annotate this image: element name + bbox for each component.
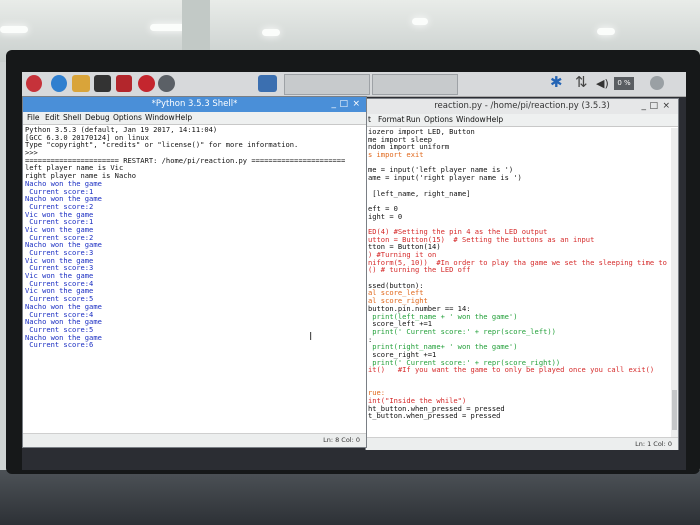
code-line: Type "copyright", "credits" or "license(…: [25, 140, 299, 150]
monitor-screen: ✱ ⇅ ◀) 0 % reaction.py - /home/pi/reacti…: [22, 72, 686, 470]
editor-window: reaction.py - /home/pi/reaction.py (3.5.…: [365, 98, 679, 452]
editor-titlebar[interactable]: reaction.py - /home/pi/reaction.py (3.5.…: [366, 99, 678, 114]
taskbar-window-button-editor[interactable]: [372, 74, 458, 95]
ceiling-light: [0, 26, 28, 33]
shell-text-area[interactable]: Python 3.5.3 (default, Jan 19 2017, 14:1…: [25, 126, 358, 433]
file-manager-icon[interactable]: [72, 75, 90, 92]
code-line: ight = 0: [368, 211, 403, 221]
menu-edit[interactable]: t: [368, 114, 371, 126]
power-icon[interactable]: [650, 76, 664, 90]
shell-menubar: File Edit Shell Debug Options Window Hel…: [23, 112, 366, 125]
editor-text-area[interactable]: iozero import LED, Button me import sleep…: [368, 128, 670, 437]
close-button[interactable]: ×: [352, 97, 360, 112]
shell-statusbar: Ln: 8 Col: 0: [23, 433, 366, 447]
shell-title: *Python 3.5.3 Shell*: [151, 99, 238, 109]
code-line: () # turning the LED off: [368, 265, 471, 275]
mathematica-icon[interactable]: [116, 75, 132, 92]
menu-window[interactable]: Window: [456, 114, 486, 126]
desk-edge: [0, 470, 700, 525]
ceiling-light: [597, 28, 615, 35]
code-line: s import exit: [368, 150, 424, 160]
menu-help[interactable]: Help: [486, 114, 503, 126]
menu-run[interactable]: Run: [406, 114, 420, 126]
menu-file[interactable]: File: [27, 112, 40, 124]
menu-help[interactable]: Help: [175, 112, 192, 124]
editor-title: reaction.py - /home/pi/reaction.py (3.5.…: [434, 101, 610, 111]
menu-shell[interactable]: Shell: [63, 112, 81, 124]
volume-icon[interactable]: ◀): [596, 77, 609, 90]
network-icon[interactable]: ⇅: [575, 73, 588, 91]
code-line: [left_name, right_name]: [368, 188, 471, 198]
menu-debug[interactable]: Debug: [85, 112, 110, 124]
code-line: it() #If you want the game to only be pl…: [368, 365, 655, 375]
maximize-button[interactable]: □: [339, 97, 348, 112]
python-idle-icon[interactable]: [258, 75, 277, 92]
close-button[interactable]: ×: [662, 99, 670, 114]
code-line: t_button.when_pressed = pressed: [368, 411, 501, 421]
taskbar-window-button-shell[interactable]: [284, 74, 370, 95]
menu-format[interactable]: Format: [378, 114, 404, 126]
minimize-button[interactable]: _: [642, 99, 647, 114]
minimize-button[interactable]: _: [332, 97, 337, 112]
ceiling-light: [262, 29, 280, 36]
menu-window[interactable]: Window: [145, 112, 175, 124]
bluetooth-icon[interactable]: ✱: [550, 73, 563, 91]
ceiling-light: [412, 18, 428, 25]
cpu-monitor: 0 %: [614, 77, 634, 90]
menu-options[interactable]: Options: [113, 112, 142, 124]
maximize-button[interactable]: □: [649, 99, 658, 114]
menu-options[interactable]: Options: [424, 114, 453, 126]
mouse-cursor-icon: I: [309, 330, 313, 343]
cursor-position: Ln: 8 Col: 0: [323, 436, 360, 444]
editor-statusbar: Ln: 1 Col: 0: [366, 437, 678, 451]
terminal-icon[interactable]: [94, 75, 111, 92]
taskbar: ✱ ⇅ ◀) 0 %: [22, 72, 686, 97]
menu-edit[interactable]: Edit: [45, 112, 60, 124]
code-line: print(' Current score:' + repr(score_lef…: [368, 326, 556, 336]
editor-menubar: t Format Run Options Window Help: [366, 114, 678, 127]
wolfram-icon[interactable]: [138, 75, 155, 92]
desktop-background: [22, 450, 686, 470]
raspberry-menu-icon[interactable]: [26, 75, 42, 92]
scrollbar-thumb[interactable]: [672, 390, 677, 430]
code-line: eft = 0: [368, 203, 398, 213]
code-line: ame = input('right player name is '): [368, 173, 522, 183]
editor-scrollbar[interactable]: [671, 128, 678, 437]
wolfram-alpha-icon[interactable]: [158, 75, 175, 92]
shell-window: *Python 3.5.3 Shell* _ □ × File Edit She…: [22, 96, 367, 448]
shell-titlebar[interactable]: *Python 3.5.3 Shell*: [23, 97, 366, 112]
web-browser-icon[interactable]: [51, 75, 67, 92]
